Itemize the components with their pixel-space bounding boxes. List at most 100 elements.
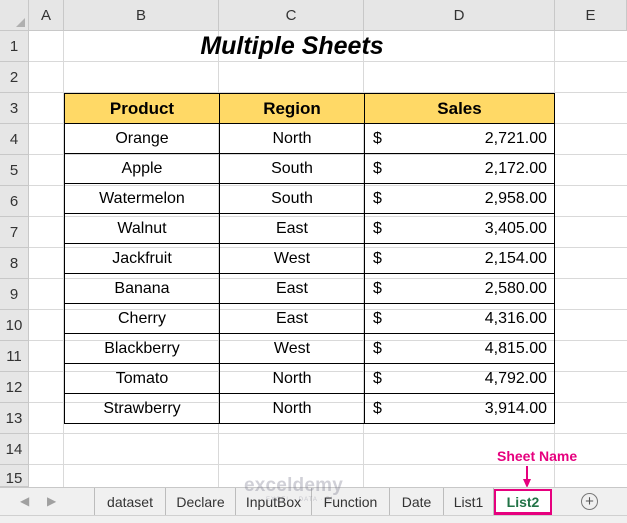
watermark-tagline: EXCEL · DATA · BI — [266, 497, 334, 503]
table-row: Jackfruit West $2,154.00 — [64, 243, 555, 274]
table-row: Orange North $2,721.00 — [64, 123, 555, 154]
region-cell[interactable]: South — [219, 153, 365, 184]
table-row: Banana East $2,580.00 — [64, 273, 555, 304]
column-header-d[interactable]: D — [364, 0, 555, 31]
tab-list2[interactable]: List2 — [494, 489, 552, 515]
product-cell[interactable]: Orange — [64, 123, 220, 154]
region-cell[interactable]: North — [219, 393, 365, 424]
table-row: Strawberry North $3,914.00 — [64, 393, 555, 424]
nav-next-icon[interactable]: ▶ — [47, 494, 56, 508]
region-cell[interactable]: East — [219, 273, 365, 304]
table-header-row: Product Region Sales — [64, 93, 555, 124]
row-header-6[interactable]: 6 — [0, 186, 29, 217]
product-cell[interactable]: Banana — [64, 273, 220, 304]
select-all-button[interactable] — [0, 0, 29, 31]
product-cell[interactable]: Walnut — [64, 213, 220, 244]
product-cell[interactable]: Watermelon — [64, 183, 220, 214]
column-header-e[interactable]: E — [555, 0, 627, 31]
sales-table: Product Region Sales Orange North $2,721… — [64, 93, 555, 424]
row-header-11[interactable]: 11 — [0, 341, 29, 372]
sales-value: 4,792.00 — [484, 369, 547, 387]
region-cell[interactable]: East — [219, 303, 365, 334]
currency-symbol: $ — [373, 249, 382, 267]
table-row: Tomato North $4,792.00 — [64, 363, 555, 394]
region-cell[interactable]: East — [219, 213, 365, 244]
gridline — [29, 464, 627, 465]
sales-value: 3,405.00 — [484, 219, 547, 237]
sales-cell[interactable]: $3,405.00 — [364, 213, 555, 244]
table-row: Cherry East $4,316.00 — [64, 303, 555, 334]
product-cell[interactable]: Strawberry — [64, 393, 220, 424]
row-header-10[interactable]: 10 — [0, 310, 29, 341]
table-row: Watermelon South $2,958.00 — [64, 183, 555, 214]
header-product[interactable]: Product — [64, 93, 220, 124]
sales-cell[interactable]: $4,792.00 — [364, 363, 555, 394]
header-region[interactable]: Region — [219, 93, 365, 124]
row-header-15[interactable]: 15 — [0, 465, 29, 487]
row-header-9[interactable]: 9 — [0, 279, 29, 310]
currency-symbol: $ — [373, 279, 382, 297]
row-header-5[interactable]: 5 — [0, 155, 29, 186]
row-header-8[interactable]: 8 — [0, 248, 29, 279]
column-header-c[interactable]: C — [219, 0, 364, 31]
sales-cell[interactable]: $2,154.00 — [364, 243, 555, 274]
sales-value: 2,721.00 — [484, 129, 547, 147]
row-header-3[interactable]: 3 — [0, 93, 29, 124]
product-cell[interactable]: Blackberry — [64, 333, 220, 364]
sales-cell[interactable]: $2,958.00 — [364, 183, 555, 214]
column-header-b[interactable]: B — [64, 0, 219, 31]
product-cell[interactable]: Cherry — [64, 303, 220, 334]
sales-cell[interactable]: $3,914.00 — [364, 393, 555, 424]
tab-date[interactable]: Date — [390, 488, 444, 515]
table-row: Walnut East $3,405.00 — [64, 213, 555, 244]
sales-cell[interactable]: $2,172.00 — [364, 153, 555, 184]
currency-symbol: $ — [373, 189, 382, 207]
product-cell[interactable]: Tomato — [64, 363, 220, 394]
currency-symbol: $ — [373, 309, 382, 327]
row-header-12[interactable]: 12 — [0, 372, 29, 403]
currency-symbol: $ — [373, 129, 382, 147]
sales-cell[interactable]: $2,721.00 — [364, 123, 555, 154]
select-all-icon — [16, 18, 25, 27]
currency-symbol: $ — [373, 339, 382, 357]
row-header-14[interactable]: 14 — [0, 434, 29, 465]
row-header-1[interactable]: 1 — [0, 31, 29, 62]
sales-value: 2,154.00 — [484, 249, 547, 267]
product-cell[interactable]: Jackfruit — [64, 243, 220, 274]
region-cell[interactable]: West — [219, 333, 365, 364]
sheet-name-arrow-icon — [523, 466, 531, 487]
currency-symbol: $ — [373, 399, 382, 417]
row-header-4[interactable]: 4 — [0, 124, 29, 155]
sales-value: 2,172.00 — [484, 159, 547, 177]
row-header-2[interactable]: 2 — [0, 62, 29, 93]
worksheet-grid[interactable]: A B C D E 1 2 3 4 5 6 7 8 9 10 11 12 13 … — [0, 0, 627, 487]
region-cell[interactable]: West — [219, 243, 365, 274]
header-sales[interactable]: Sales — [364, 93, 555, 124]
currency-symbol: $ — [373, 369, 382, 387]
sheet-title[interactable]: Multiple Sheets — [29, 31, 555, 62]
gridline — [29, 433, 627, 434]
row-header-7[interactable]: 7 — [0, 217, 29, 248]
product-cell[interactable]: Apple — [64, 153, 220, 184]
sales-value: 2,580.00 — [484, 279, 547, 297]
currency-symbol: $ — [373, 219, 382, 237]
add-sheet-icon[interactable]: + — [581, 493, 598, 510]
sales-value: 4,316.00 — [484, 309, 547, 327]
tab-list1[interactable]: List1 — [444, 488, 494, 515]
table-row: Blackberry West $4,815.00 — [64, 333, 555, 364]
tab-declare[interactable]: Declare — [166, 488, 236, 515]
region-cell[interactable]: North — [219, 123, 365, 154]
sales-value: 3,914.00 — [484, 399, 547, 417]
sheet-name-callout: Sheet Name — [497, 448, 578, 464]
currency-symbol: $ — [373, 159, 382, 177]
sales-cell[interactable]: $4,316.00 — [364, 303, 555, 334]
watermark-logo: exceldemy — [244, 475, 343, 496]
tab-dataset[interactable]: dataset — [94, 488, 166, 515]
region-cell[interactable]: North — [219, 363, 365, 394]
region-cell[interactable]: South — [219, 183, 365, 214]
sales-cell[interactable]: $4,815.00 — [364, 333, 555, 364]
column-header-a[interactable]: A — [29, 0, 64, 31]
nav-prev-icon[interactable]: ◀ — [20, 494, 29, 508]
row-header-13[interactable]: 13 — [0, 403, 29, 434]
sales-cell[interactable]: $2,580.00 — [364, 273, 555, 304]
